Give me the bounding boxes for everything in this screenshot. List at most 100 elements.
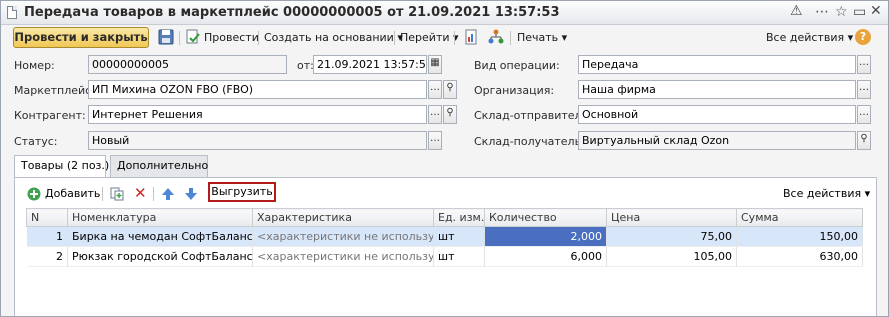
receiver-warehouse-label: Склад-получатель: <box>474 135 585 148</box>
table-row[interactable]: 1 Бирка на чемодан СофтБаланс <характери… <box>26 226 863 247</box>
sender-warehouse-label: Склад-отправитель: <box>474 109 592 122</box>
goods-panel: Добавить ✕ Выгрузить Все действия ▾ N Но… <box>14 177 877 316</box>
post-document-icon[interactable] <box>185 29 201 45</box>
marketplace-field[interactable]: ИП Михина OZON FBO (FBO) <box>88 80 427 99</box>
select-ellipsis-icon[interactable]: … <box>857 105 871 124</box>
open-search-icon[interactable]: ⚲ <box>857 131 871 150</box>
add-button[interactable]: Добавить <box>45 187 100 200</box>
print-label: Печать <box>517 31 559 44</box>
delete-icon[interactable]: ✕ <box>134 184 147 202</box>
table-all-actions-label: Все действия <box>783 187 862 200</box>
go-to-label: Перейти <box>400 31 450 44</box>
table-header-row: N Номенклатура Характеристика Ед. изм. К… <box>26 208 863 227</box>
operation-type-label: Вид операции: <box>474 59 560 72</box>
calendar-icon[interactable]: ▦ <box>428 55 442 74</box>
sender-warehouse-field[interactable]: Основной <box>578 105 856 124</box>
post-and-close-button[interactable]: Провести и закрыть <box>13 27 149 48</box>
chevron-down-icon: ▾ <box>847 31 854 44</box>
row-item[interactable]: Бирка на чемодан СофтБаланс <box>67 226 253 247</box>
chevron-down-icon: ▾ <box>864 187 871 200</box>
select-ellipsis-icon[interactable]: … <box>428 105 442 124</box>
column-header-n[interactable]: N <box>26 208 68 227</box>
unload-button[interactable]: Выгрузить <box>208 182 276 202</box>
chevron-down-icon: ▾ <box>561 31 568 44</box>
open-search-icon[interactable]: ⚲ <box>443 105 457 124</box>
link-icon[interactable]: ⋯ <box>815 5 829 19</box>
row-characteristic[interactable]: <характеристики не используют... <box>252 226 434 247</box>
row-sum[interactable]: 630,00 <box>736 246 863 267</box>
organization-field[interactable]: Наша фирма <box>578 80 856 99</box>
toolbar-separator <box>454 31 455 45</box>
row-price[interactable]: 105,00 <box>606 246 737 267</box>
toolbar-separator <box>258 31 259 45</box>
column-header-unit[interactable]: Ед. изм. <box>433 208 485 227</box>
favorite-star-icon[interactable]: ☆ <box>835 5 848 19</box>
operation-type-field[interactable]: Передача <box>578 55 856 74</box>
all-actions-menu[interactable]: Все действия ▾ <box>766 31 853 44</box>
table-all-actions-menu[interactable]: Все действия ▾ <box>783 187 870 200</box>
status-field[interactable]: Новый <box>88 131 427 150</box>
toolbar-separator <box>394 31 395 45</box>
column-header-characteristic[interactable]: Характеристика <box>252 208 434 227</box>
row-quantity[interactable]: 2,000 <box>484 226 607 247</box>
toolbar-separator <box>510 31 511 45</box>
tab-additional[interactable]: Дополнительно <box>110 155 208 177</box>
number-label: Номер: <box>14 59 55 72</box>
create-based-on-label: Создать на основании <box>264 31 394 44</box>
goods-table: N Номенклатура Характеристика Ед. изм. К… <box>26 208 863 267</box>
date-label: от: <box>297 59 314 72</box>
create-based-on-menu[interactable]: Создать на основании ▾ <box>264 31 403 44</box>
row-unit[interactable]: шт <box>433 226 485 247</box>
number-field[interactable]: 00000000005 <box>88 55 287 74</box>
date-field[interactable]: 21.09.2021 13:57:53 <box>313 55 427 74</box>
floppy-icon[interactable] <box>158 29 174 45</box>
document-icon <box>7 6 17 19</box>
row-price[interactable]: 75,00 <box>606 226 737 247</box>
select-ellipsis-icon[interactable]: … <box>428 80 442 99</box>
counterparty-field[interactable]: Интернет Решения <box>88 105 427 124</box>
row-quantity[interactable]: 6,000 <box>484 246 607 267</box>
select-ellipsis-icon[interactable]: … <box>857 80 871 99</box>
window-title: Передача товаров в маркетплейс 000000000… <box>24 5 560 20</box>
open-search-icon[interactable]: ⚲ <box>443 80 457 99</box>
report-icon[interactable] <box>463 29 479 45</box>
row-sum[interactable]: 150,00 <box>736 226 863 247</box>
help-icon[interactable]: ? <box>855 29 871 45</box>
row-unit[interactable]: шт <box>433 246 485 267</box>
maximize-icon[interactable]: ▭ <box>853 5 866 19</box>
row-number[interactable]: 1 <box>26 226 68 247</box>
title-bar: Передача товаров в маркетплейс 000000000… <box>1 1 888 25</box>
row-number[interactable]: 2 <box>26 246 68 267</box>
column-header-price[interactable]: Цена <box>606 208 737 227</box>
marketplace-label: Маркетплейс: <box>14 84 95 97</box>
info-icon[interactable]: ⚠ <box>790 4 803 18</box>
document-window: Передача товаров в маркетплейс 000000000… <box>0 0 889 317</box>
toolbar-separator <box>153 187 154 201</box>
copy-icon[interactable] <box>110 187 124 201</box>
status-label: Статус: <box>14 135 58 148</box>
post-button[interactable]: Провести <box>204 31 259 44</box>
toolbar-separator <box>179 31 180 45</box>
column-header-item[interactable]: Номенклатура <box>67 208 253 227</box>
organization-label: Организация: <box>474 84 555 97</box>
column-header-sum[interactable]: Сумма <box>736 208 863 227</box>
row-item[interactable]: Рюкзак городской СофтБаланс <box>67 246 253 267</box>
toolbar-separator <box>102 187 103 201</box>
arrow-up-icon[interactable] <box>161 187 175 201</box>
tab-goods[interactable]: Товары (2 поз.) <box>14 155 109 178</box>
arrow-down-icon[interactable] <box>184 187 198 201</box>
command-bar: Провести и закрыть Провести Создать на о… <box>1 26 888 50</box>
structure-icon[interactable] <box>488 29 504 45</box>
select-ellipsis-icon[interactable]: … <box>428 131 442 150</box>
row-characteristic[interactable]: <характеристики не используют... <box>252 246 434 267</box>
all-actions-label: Все действия <box>766 31 845 44</box>
column-header-quantity[interactable]: Количество <box>484 208 607 227</box>
go-to-menu[interactable]: Перейти ▾ <box>400 31 459 44</box>
counterparty-label: Контрагент: <box>14 109 86 122</box>
close-icon[interactable]: ✕ <box>870 4 882 18</box>
receiver-warehouse-field[interactable]: Виртуальный склад Ozon <box>578 131 856 150</box>
table-row[interactable]: 2 Рюкзак городской СофтБаланс <характери… <box>26 246 863 267</box>
print-menu[interactable]: Печать ▾ <box>517 31 567 44</box>
add-circle-icon[interactable] <box>27 187 41 201</box>
select-ellipsis-icon[interactable]: … <box>857 55 871 74</box>
